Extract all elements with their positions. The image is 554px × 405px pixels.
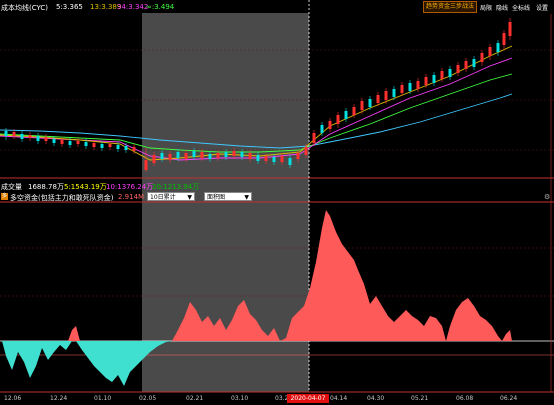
chevron-down-icon: ▼ bbox=[244, 194, 249, 201]
volume-value: 1688.78万 bbox=[28, 183, 64, 191]
cyc-34-value: 34:3.342 bbox=[117, 3, 149, 11]
strategy-button[interactable]: 趋势资金三步战法 bbox=[423, 1, 477, 13]
cyc-5-value: 5:3.365 bbox=[56, 3, 83, 11]
menu-item-settings[interactable]: 设置 bbox=[536, 3, 548, 12]
cyc-infinity-value: ∞:3.494 bbox=[146, 3, 175, 11]
volume-name[interactable]: 成交量 bbox=[1, 182, 22, 192]
volume-ma10-value: 10:1376.24万 bbox=[106, 183, 154, 191]
fund-name[interactable]: 多空资金(包括主力和敢死队资金) bbox=[10, 193, 113, 203]
chart-type-select-value: 面积图 bbox=[207, 194, 226, 201]
fund-header: 多 多空资金(包括主力和敢死队资金) 2.914M 10日累计 ▼ 面积图 ▼ … bbox=[0, 192, 554, 202]
fund-indicator-icon[interactable]: 多 bbox=[1, 193, 8, 200]
settings-icon[interactable]: ⚙ bbox=[544, 193, 550, 201]
indicator-header: 成本均线(CYC) 5:3.365 13:3.389 34:3.342 ∞:3.… bbox=[0, 0, 554, 14]
menu-item-all-lines[interactable]: 全标线 bbox=[512, 3, 530, 12]
chevron-down-icon: ▼ bbox=[187, 194, 192, 201]
indicator-name[interactable]: 成本均线(CYC) bbox=[1, 3, 48, 13]
period-select-value: 10日累计 bbox=[150, 194, 176, 201]
chart-type-select[interactable]: 面积图 ▼ bbox=[204, 192, 252, 201]
crosshair-date-label: 2020-04-07 bbox=[287, 394, 329, 403]
volume-header: 成交量 1688.78万 5:1543.19万 10:1376.24万 20:1… bbox=[0, 182, 554, 192]
period-select[interactable]: 10日累计 ▼ bbox=[147, 192, 195, 201]
volume-ma5-value: 5:1543.19万 bbox=[64, 183, 107, 191]
menu-item-hide-line[interactable]: 隐线 bbox=[496, 3, 508, 12]
fund-value: 2.914M bbox=[118, 193, 145, 201]
menu-item-limit[interactable]: 局限 bbox=[480, 3, 492, 12]
volume-ma20-value: 20:1213.94万 bbox=[152, 183, 200, 191]
